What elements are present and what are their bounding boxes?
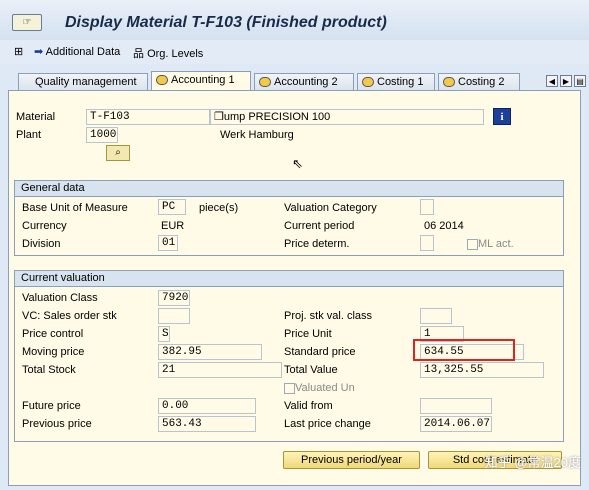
valuated-un-check-box[interactable] (284, 382, 295, 394)
future-price-label: Future price (22, 400, 81, 412)
valuated-un-checkbox[interactable]: Valuated Un (284, 382, 355, 394)
tab-status-icon (362, 77, 374, 88)
previous-period-button[interactable]: Previous period/year (283, 451, 420, 469)
tab-list-icon[interactable]: ▤ (574, 75, 586, 87)
previous-price-field[interactable]: 563.43 (158, 416, 256, 432)
valuation-class-field[interactable]: 7920 (158, 290, 190, 306)
standard-price-label: Standard price (284, 346, 356, 358)
sap-menu-icon[interactable]: ☞ (12, 14, 42, 31)
proj-stk-val-class-field[interactable] (420, 308, 452, 324)
tab-scroll-left-icon[interactable]: ◀ (546, 75, 558, 87)
current-valuation-header: Current valuation (15, 271, 563, 287)
division-field[interactable]: 01 (158, 235, 178, 251)
glasses-icon[interactable]: ⌕ (106, 145, 130, 161)
valuation-category-field[interactable] (420, 199, 434, 215)
base-uom-label: Base Unit of Measure (22, 202, 128, 214)
material-description-field[interactable]: ❐ump PRECISION 100 (210, 109, 484, 125)
price-control-field[interactable]: S (158, 326, 170, 342)
ml-act-checkbox[interactable]: ML act. (467, 238, 514, 250)
tab-accounting-1[interactable]: Accounting 1 (151, 71, 251, 91)
ml-act-check-box[interactable] (467, 238, 478, 250)
plant-label: Plant (16, 129, 42, 141)
plant-field[interactable]: 1000 (86, 127, 118, 143)
tab-status-icon (156, 75, 168, 86)
division-label: Division (22, 238, 61, 250)
price-unit-label: Price Unit (284, 328, 332, 340)
valuation-category-label: Valuation Category (284, 202, 377, 214)
tab-costing-1[interactable]: Costing 1 (357, 73, 435, 90)
total-stock-field[interactable]: 21 (158, 362, 282, 378)
currency-label: Currency (22, 220, 67, 232)
tab-scroll-right-icon[interactable]: ▶ (560, 75, 572, 87)
window-title: Display Material T-F103 (Finished produc… (65, 14, 387, 31)
price-determ-label: Price determ. (284, 238, 350, 250)
mouse-cursor-icon: ⇖ (292, 156, 303, 171)
hierarchy-icon[interactable]: ⊞ (14, 45, 23, 58)
future-price-field[interactable]: 0.00 (158, 398, 256, 414)
moving-price-label: Moving price (22, 346, 85, 358)
valid-from-label: Valid from (284, 400, 333, 412)
total-value-label: Total Value (284, 364, 338, 376)
last-price-change-field[interactable]: 2014.06.07 (420, 416, 492, 432)
total-stock-label: Total Stock (22, 364, 76, 376)
watermark: 知乎 @常温20度 (484, 455, 581, 470)
base-uom-text: piece(s) (199, 202, 239, 214)
base-uom-field[interactable]: PC (158, 199, 186, 215)
last-price-change-label: Last price change (284, 418, 371, 430)
proj-stk-val-class-label: Proj. stk val. class (284, 310, 373, 322)
additional-data-button[interactable]: ➡ Additional Data (34, 45, 120, 58)
vc-sales-order-field[interactable] (158, 308, 190, 324)
general-data-header: General data (15, 181, 563, 197)
valid-from-field[interactable] (420, 398, 492, 414)
moving-price-field[interactable]: 382.95 (158, 344, 262, 360)
price-control-label: Price control (22, 328, 84, 340)
material-label: Material (16, 111, 56, 123)
arrow-right-icon: ➡ (34, 46, 44, 58)
valuation-class-label: Valuation Class (22, 292, 98, 304)
current-period-value: 06 2014 (424, 220, 464, 232)
highlight-box (413, 339, 515, 361)
info-icon[interactable]: i (493, 108, 511, 125)
org-levels-button[interactable]: 品 Org. Levels (133, 45, 203, 61)
currency-value: EUR (161, 220, 185, 232)
vc-sales-order-label: VC: Sales order stk (22, 310, 117, 322)
tab-costing-2[interactable]: Costing 2 (438, 73, 520, 90)
tab-status-icon (259, 77, 271, 88)
material-field[interactable]: T-F103 (86, 109, 210, 125)
price-determ-field[interactable] (420, 235, 434, 251)
total-value-field[interactable]: 13,325.55 (420, 362, 544, 378)
current-period-label: Current period (284, 220, 355, 232)
tab-accounting-2[interactable]: Accounting 2 (254, 73, 354, 90)
copy-icon: ❐ (214, 111, 224, 123)
plant-description: Werk Hamburg (220, 129, 294, 141)
tab-status-icon (443, 77, 455, 88)
previous-price-label: Previous price (22, 418, 92, 430)
org-tree-icon: 品 (133, 48, 144, 60)
tab-quality-management[interactable]: Quality management (18, 73, 148, 90)
